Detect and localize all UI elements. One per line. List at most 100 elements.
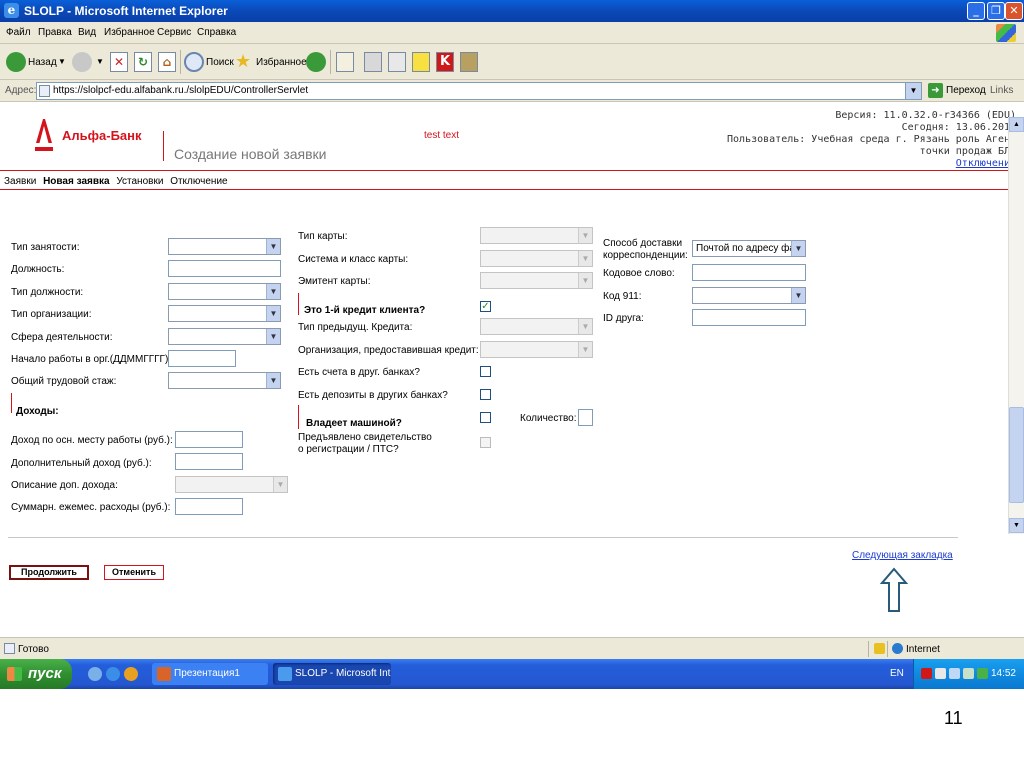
employment-type-label: Тип занятости: [11, 242, 80, 253]
nav-rule [0, 189, 1024, 190]
next-tab-link[interactable]: Следующая закладка [852, 550, 953, 561]
org-type-select[interactable]: ▼ [168, 305, 281, 322]
chevron-down-icon: ▼ [266, 329, 280, 344]
tray-app-icon[interactable] [977, 668, 988, 679]
address-dropdown-icon[interactable]: ▼ [905, 83, 921, 99]
cancel-button[interactable]: Отменить [104, 565, 164, 580]
taskbar-item-presentation-label: Презентация1 [174, 668, 240, 679]
messenger-icon[interactable] [460, 52, 478, 72]
prev-credit-type-select[interactable]: ▼ [480, 318, 593, 335]
menu-favorites[interactable]: Избранное [104, 27, 155, 38]
total-exp-select[interactable]: ▼ [168, 372, 281, 389]
kaspersky-icon[interactable]: K [436, 52, 454, 72]
monthly-expenses-input[interactable] [175, 498, 243, 515]
kaspersky-tray-icon[interactable] [921, 668, 932, 679]
menu-tools[interactable]: Сервис [157, 27, 191, 38]
mail-icon[interactable] [336, 52, 354, 72]
continue-button[interactable]: Продолжить [9, 565, 89, 580]
menu-file[interactable]: Файл [6, 27, 31, 38]
work-start-input[interactable] [168, 350, 236, 367]
work-start-label: Начало работы в орг.(ДДММГГГГ): [11, 354, 172, 365]
menu-view[interactable]: Вид [78, 27, 96, 38]
edit-icon[interactable] [388, 52, 406, 72]
network-icon[interactable] [949, 668, 960, 679]
position-input[interactable] [168, 260, 281, 277]
start-button[interactable]: пуск [0, 659, 72, 689]
delivery-method-select[interactable]: Почтой по адресу факти ▼ [692, 240, 806, 257]
scroll-thumb[interactable] [1009, 407, 1024, 503]
close-button[interactable]: ✕ [1005, 2, 1023, 20]
nav-logout[interactable]: Отключение [170, 176, 227, 187]
minimize-button[interactable]: _ [967, 2, 985, 20]
language-indicator[interactable]: EN [890, 668, 904, 679]
card-issuer-select[interactable]: ▼ [480, 272, 593, 289]
first-credit-checkbox[interactable]: ✓ [480, 301, 491, 312]
extra-income-input[interactable] [175, 453, 243, 470]
employment-type-select[interactable]: ▼ [168, 238, 281, 255]
notes-icon[interactable] [412, 52, 430, 72]
menu-help[interactable]: Справка [197, 27, 236, 38]
scroll-down-icon[interactable]: ▼ [1009, 518, 1024, 533]
friend-id-label: ID друга: [603, 313, 644, 324]
address-input[interactable]: https://slolpcf-edu.alfabank.ru./slolpED… [36, 82, 922, 100]
nav-requests[interactable]: Заявки [4, 176, 36, 187]
forward-dropdown-icon[interactable]: ▼ [96, 57, 104, 66]
quicklaunch-ie-icon[interactable] [106, 667, 120, 681]
back-label[interactable]: Назад [28, 57, 57, 68]
card-type-select[interactable]: ▼ [480, 227, 593, 244]
refresh-icon[interactable]: ↻ [134, 52, 152, 72]
tray-app-icon[interactable] [935, 668, 946, 679]
search-label[interactable]: Поиск [206, 57, 234, 68]
chevron-down-icon: ▼ [578, 251, 592, 266]
nav-new-request[interactable]: Новая заявка [43, 176, 109, 187]
go-arrow-icon[interactable]: ➜ [928, 83, 943, 98]
scroll-up-icon[interactable]: ▲ [1009, 117, 1024, 132]
pts-checkbox[interactable] [480, 437, 491, 448]
menu-edit[interactable]: Правка [38, 27, 72, 38]
status-divider [868, 641, 869, 657]
media-icon[interactable] [306, 52, 326, 72]
links-button[interactable]: Links [990, 85, 1013, 96]
activity-sphere-select[interactable]: ▼ [168, 328, 281, 345]
toolbar: Назад ▼ ▼ ✕ ↻ ⌂ Поиск ★ Избранное K [0, 44, 1024, 80]
position-type-select[interactable]: ▼ [168, 283, 281, 300]
taskbar-item-ie[interactable]: SLOLP - Microsoft Int... [273, 663, 391, 685]
card-system-select[interactable]: ▼ [480, 250, 593, 267]
main-income-input[interactable] [175, 431, 243, 448]
go-button[interactable]: Переход [946, 85, 986, 96]
other-deposits-checkbox[interactable] [480, 389, 491, 400]
extra-income-desc-label: Описание доп. дохода: [11, 480, 118, 491]
extra-income-desc-select[interactable]: ▼ [175, 476, 288, 493]
quicklaunch-media-icon[interactable] [124, 667, 138, 681]
quantity-input[interactable] [578, 409, 593, 426]
favorites-star-icon[interactable]: ★ [235, 51, 251, 72]
nav-settings[interactable]: Установки [116, 176, 163, 187]
back-dropdown-icon[interactable]: ▼ [58, 57, 66, 66]
delivery-method-value: Почтой по адресу факти [696, 243, 806, 254]
window-title: SLOLP - Microsoft Internet Explorer [24, 4, 228, 18]
address-bar: Адрес: https://slolpcf-edu.alfabank.ru./… [0, 80, 1024, 102]
credit-org-select[interactable]: ▼ [480, 341, 593, 358]
forward-arrow-icon[interactable] [72, 52, 92, 72]
position-label: Должность: [11, 264, 65, 275]
logout-link[interactable]: Отключение [727, 158, 1016, 170]
code-911-select[interactable]: ▼ [692, 287, 806, 304]
other-accounts-checkbox[interactable] [480, 366, 491, 377]
favorites-label[interactable]: Избранное [256, 57, 307, 68]
friend-id-input[interactable] [692, 309, 806, 326]
home-icon[interactable]: ⌂ [158, 52, 176, 72]
quicklaunch-desktop-icon[interactable] [88, 667, 102, 681]
taskbar-item-presentation[interactable]: Презентация1 [152, 663, 268, 685]
window-title-bar: e SLOLP - Microsoft Internet Explorer _ … [0, 0, 1024, 22]
volume-icon[interactable] [963, 668, 974, 679]
code-word-input[interactable] [692, 264, 806, 281]
search-icon[interactable] [184, 52, 204, 72]
vertical-scrollbar[interactable]: ▲ ▼ [1008, 117, 1024, 534]
main-income-label: Доход по осн. месту работы (руб.): [11, 435, 173, 446]
chevron-down-icon: ▼ [578, 228, 592, 243]
print-icon[interactable] [364, 52, 382, 72]
owns-car-checkbox[interactable] [480, 412, 491, 423]
maximize-button[interactable]: ❐ [987, 2, 1005, 20]
stop-icon[interactable]: ✕ [110, 52, 128, 72]
back-arrow-icon[interactable] [6, 52, 26, 72]
